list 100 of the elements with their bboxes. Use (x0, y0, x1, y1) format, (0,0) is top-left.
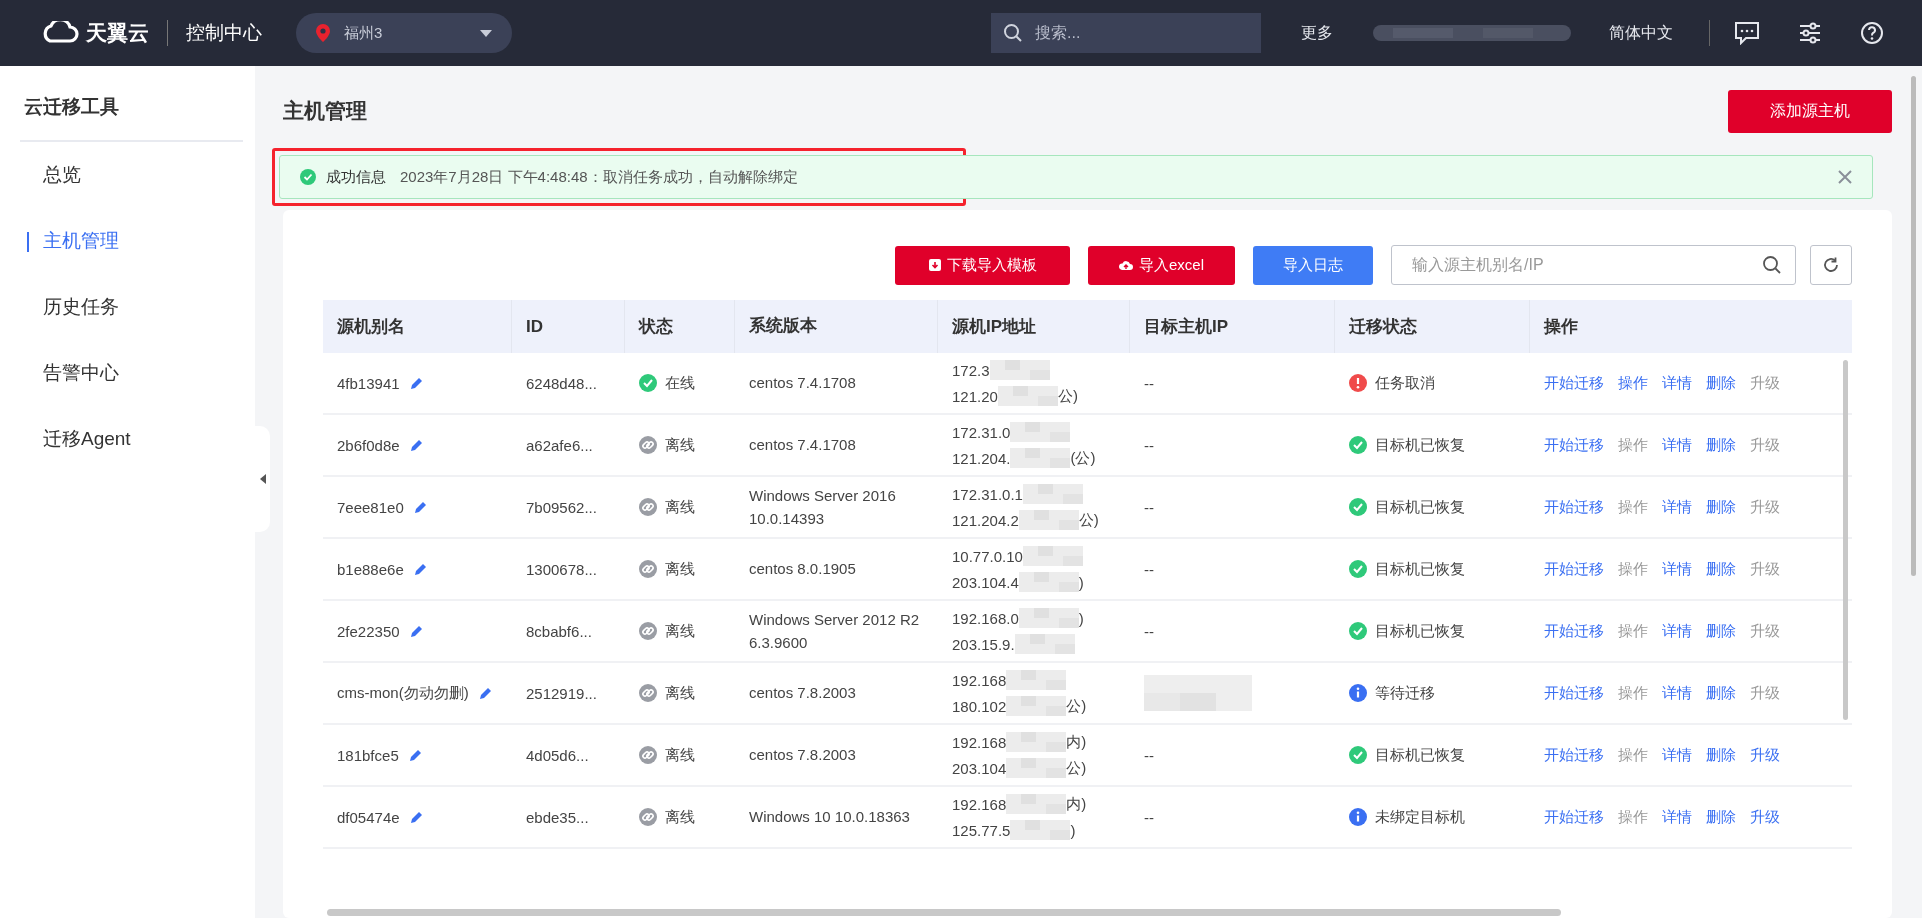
action-link[interactable]: 详情 (1662, 683, 1692, 703)
help-icon[interactable] (1860, 21, 1884, 45)
ip-suffix: 公) (1066, 758, 1087, 778)
sidebar-item[interactable]: 迁移Agent (0, 406, 255, 472)
action-link[interactable]: 删除 (1706, 497, 1736, 517)
refresh-button[interactable] (1810, 245, 1852, 285)
action-link[interactable]: 开始迁移 (1544, 497, 1604, 517)
status-text: 离线 (665, 559, 695, 579)
ip-address: 203.104.4 (952, 573, 1019, 591)
close-icon[interactable] (1838, 170, 1852, 184)
pencil-icon[interactable] (409, 624, 424, 638)
pencil-icon[interactable] (413, 500, 428, 514)
table-cell: 8cbabf6... (526, 622, 592, 640)
brand-logo[interactable]: 天翼云 (40, 19, 149, 47)
table-cell: -- (1144, 498, 1154, 516)
ip-suffix: ) (1070, 821, 1076, 839)
message-icon[interactable] (1734, 21, 1760, 45)
pencil-icon[interactable] (413, 562, 428, 576)
action-link[interactable]: 开始迁移 (1544, 807, 1604, 827)
info-circle-icon (1349, 808, 1367, 826)
region-selector[interactable]: 福州3 (296, 13, 512, 53)
action-link[interactable]: 开始迁移 (1544, 435, 1604, 455)
status-text: 离线 (665, 497, 695, 517)
action-link[interactable]: 详情 (1662, 621, 1692, 641)
console-title[interactable]: 控制中心 (186, 20, 262, 46)
pixelated-blur (1006, 696, 1067, 716)
action-link[interactable]: 删除 (1706, 683, 1736, 703)
action-link[interactable]: 开始迁移 (1544, 683, 1604, 703)
action-link[interactable]: 升级 (1750, 745, 1780, 765)
table-cell: 4d05d6... (526, 746, 589, 764)
pencil-icon[interactable] (409, 438, 424, 452)
sidebar-item[interactable]: 总览 (0, 142, 255, 208)
pixelated-blur (1006, 794, 1067, 814)
pixelated-blur (1022, 546, 1083, 566)
host-alias: 2b6f0d8e (337, 436, 400, 454)
vertical-scrollbar[interactable] (1843, 360, 1848, 720)
page-title: 主机管理 (283, 98, 367, 124)
action-link[interactable]: 升级 (1750, 807, 1780, 827)
table-cell: -- (1144, 436, 1154, 454)
pencil-icon[interactable] (409, 810, 424, 824)
ip-address: 203.15.9. (952, 635, 1015, 653)
migration-status: 目标机已恢复 (1375, 621, 1465, 641)
page-scrollbar[interactable] (1911, 76, 1916, 576)
check-circle-icon (300, 169, 316, 185)
action-link[interactable]: 删除 (1706, 745, 1736, 765)
download-template-button[interactable]: 下载导入模板 (895, 245, 1070, 285)
action-link[interactable]: 删除 (1706, 807, 1736, 827)
action-link[interactable]: 删除 (1706, 559, 1736, 579)
host-search-field[interactable]: 输入源主机别名/IP (1391, 245, 1796, 285)
add-host-button[interactable]: 添加源主机 (1728, 89, 1892, 133)
horizontal-scrollbar[interactable] (327, 909, 1561, 916)
action-link[interactable]: 删除 (1706, 435, 1736, 455)
action-link[interactable]: 开始迁移 (1544, 745, 1604, 765)
action-link[interactable]: 开始迁移 (1544, 559, 1604, 579)
table-cell: a62afe6... (526, 436, 593, 454)
migration-status: 等待迁移 (1375, 683, 1435, 703)
ip-suffix: ) (1078, 609, 1084, 627)
link-icon (639, 808, 657, 826)
migration-status: 目标机已恢复 (1375, 497, 1465, 517)
status-text: 离线 (665, 745, 695, 765)
action-link[interactable]: 详情 (1662, 745, 1692, 765)
status-text: 离线 (665, 621, 695, 641)
pencil-icon[interactable] (409, 376, 424, 390)
ip-address: 172.31.0 (952, 423, 1011, 441)
action-link[interactable]: 删除 (1706, 621, 1736, 641)
action-link[interactable]: 详情 (1662, 807, 1692, 827)
check-circle-icon (1349, 746, 1367, 764)
action-link[interactable]: 详情 (1662, 559, 1692, 579)
collapse-handle[interactable] (255, 426, 270, 532)
search-icon (1762, 255, 1782, 275)
import-log-button[interactable]: 导入日志 (1253, 245, 1373, 285)
table-cell: -- (1144, 374, 1154, 392)
action-link[interactable]: 详情 (1662, 435, 1692, 455)
host-alias: 7eee81e0 (337, 498, 404, 516)
migration-status: 目标机已恢复 (1375, 435, 1465, 455)
action-link[interactable]: 操作 (1618, 373, 1648, 393)
table-cell: -- (1144, 808, 1154, 826)
column-header: 源机IP地址 (938, 300, 1130, 353)
import-excel-button[interactable]: 导入excel (1088, 245, 1235, 285)
sidebar-item[interactable]: 告警中心 (0, 340, 255, 406)
alert-message: 2023年7月28日 下午4:48:48：取消任务成功，自动解除绑定 (400, 167, 798, 187)
more-link[interactable]: 更多 (1301, 22, 1333, 44)
pencil-icon[interactable] (408, 748, 423, 762)
pixelated-blur (1014, 634, 1075, 654)
language-selector[interactable]: 简体中文 (1609, 22, 1673, 44)
link-icon (639, 746, 657, 764)
search-field[interactable]: 搜索... (991, 13, 1261, 53)
action-link[interactable]: 删除 (1706, 373, 1736, 393)
settings-sliders-icon[interactable] (1798, 21, 1822, 45)
pencil-icon[interactable] (478, 686, 493, 700)
action-link[interactable]: 开始迁移 (1544, 621, 1604, 641)
action-link[interactable]: 详情 (1662, 373, 1692, 393)
sidebar-item[interactable]: 历史任务 (0, 274, 255, 340)
ip-suffix: 内) (1066, 732, 1087, 752)
column-header: ID (512, 300, 625, 353)
pixelated-blur (1006, 758, 1067, 778)
info-circle-icon (1349, 684, 1367, 702)
action-link[interactable]: 开始迁移 (1544, 373, 1604, 393)
link-icon (639, 436, 657, 454)
action-link[interactable]: 详情 (1662, 497, 1692, 517)
